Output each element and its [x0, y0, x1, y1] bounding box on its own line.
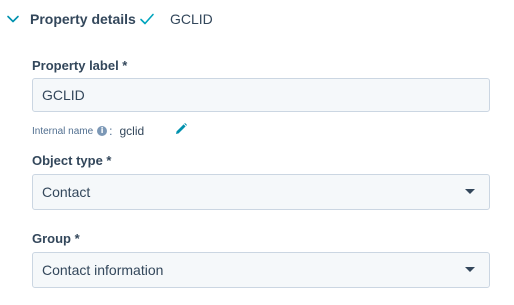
group-select[interactable]: Contact information [32, 252, 490, 288]
internal-name-label: Internal name [32, 125, 94, 137]
property-label-label: Property label * [32, 58, 128, 73]
chevron-down-icon[interactable] [6, 12, 20, 26]
group-selected-value: Contact information [42, 262, 164, 278]
object-type-select[interactable]: Contact [32, 174, 490, 210]
section-title[interactable]: Property details [30, 11, 136, 27]
caret-down-icon [465, 267, 475, 272]
group-label: Group * [32, 231, 80, 246]
info-icon[interactable]: i [97, 126, 108, 136]
caret-down-icon [465, 189, 475, 194]
pencil-icon[interactable] [174, 122, 188, 136]
object-type-label: Object type * [32, 153, 112, 168]
internal-name-row: Internal name i : gclid [32, 123, 144, 139]
section-summary-value: GCLID [170, 11, 213, 27]
property-details-panel: Property details GCLID Property label * … [0, 0, 514, 305]
internal-name-colon: : [109, 124, 113, 138]
internal-name-value: gclid [119, 124, 145, 138]
property-label-input[interactable]: GCLID [32, 78, 490, 112]
object-type-selected-value: Contact [42, 184, 91, 200]
property-label-input-value: GCLID [42, 87, 85, 103]
checkmark-icon [140, 13, 154, 25]
